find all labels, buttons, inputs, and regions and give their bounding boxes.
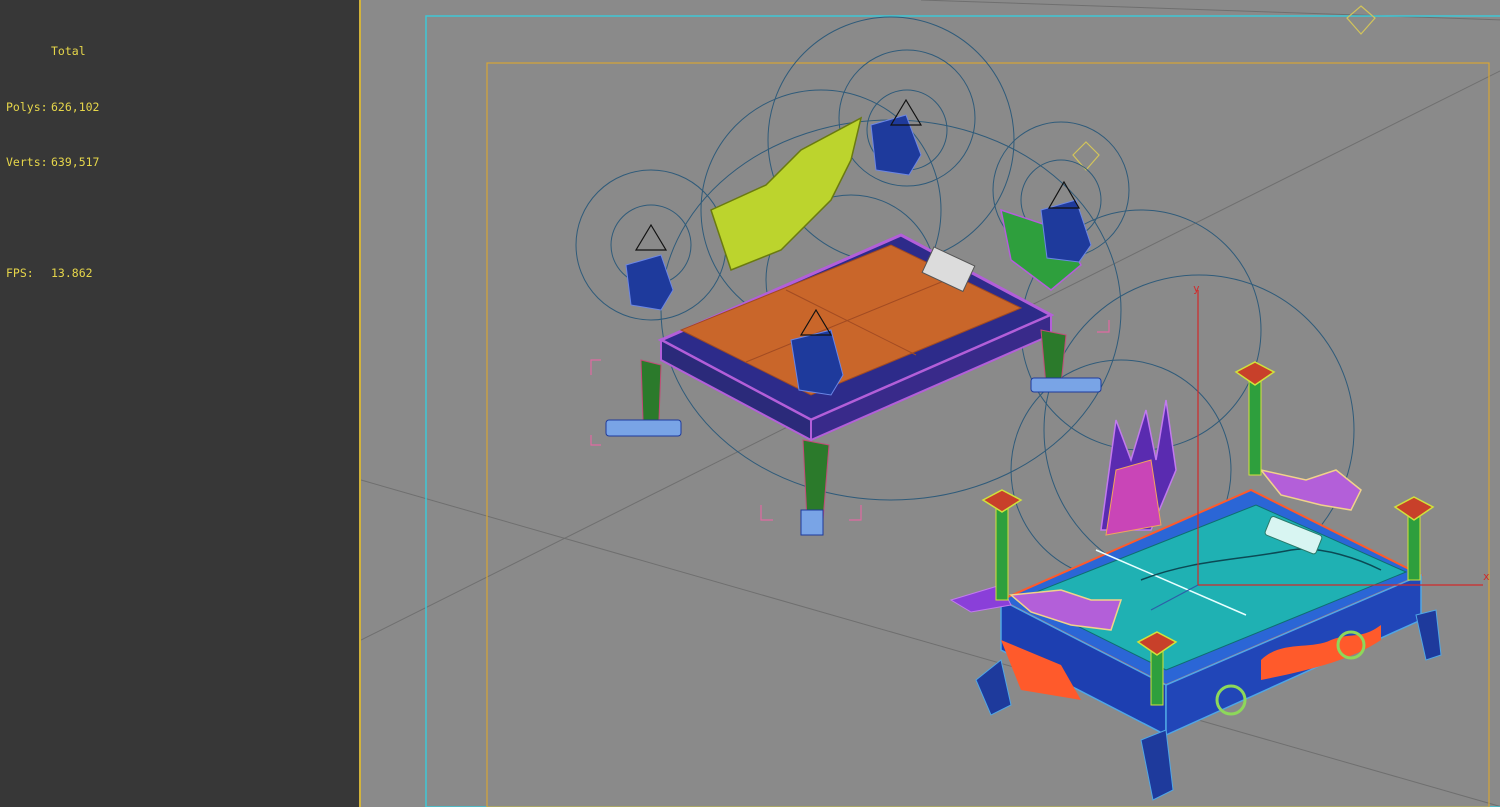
fps-value: 13.862 [51, 266, 93, 280]
stats-header-row: Total [6, 42, 99, 61]
pool-table-teal[interactable] [949, 361, 1442, 801]
verts-label: Verts: [6, 155, 48, 169]
viewport-statistics: Total Polys: 626,102 Verts: 639,517 FPS:… [6, 5, 99, 320]
verts-row: Verts: 639,517 [6, 153, 99, 172]
grid-line [920, 0, 1500, 21]
gizmo-x-label: x [1483, 570, 1490, 583]
viewport-scene[interactable]: y x [361, 0, 1500, 807]
ground-grid [361, 0, 1500, 807]
stats-panel: Total Polys: 626,102 Verts: 639,517 FPS:… [0, 0, 359, 807]
fps-label: FPS: [6, 266, 34, 280]
stats-spacer [6, 209, 99, 228]
gizmo-y-label: y [1193, 282, 1200, 295]
verts-value: 639,517 [51, 155, 100, 169]
perspective-viewport[interactable]: y x [359, 0, 1500, 807]
polys-label: Polys: [6, 99, 48, 114]
polys-value: 626,102 [51, 99, 100, 114]
fps-row: FPS: 13.862 [6, 264, 99, 283]
max-viewport-window: Total Polys: 626,102 Verts: 639,517 FPS:… [0, 0, 1500, 807]
safe-frame-outer [425, 15, 1500, 807]
stats-header: Total [51, 44, 86, 58]
light-icon[interactable] [1072, 5, 1376, 171]
polys-row: Polys: 626,102 [6, 98, 99, 117]
